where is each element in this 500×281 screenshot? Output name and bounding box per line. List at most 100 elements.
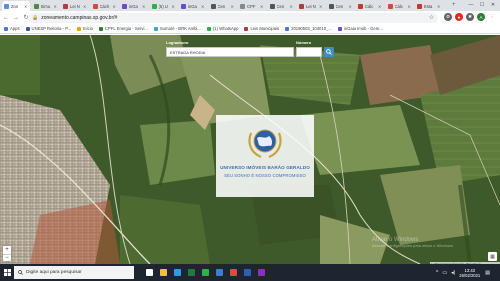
bookmark-item[interactable]: (1) WhatsApp — [206, 26, 238, 31]
bookmark-favicon-icon — [76, 26, 81, 31]
minimize-button[interactable]: — — [466, 0, 476, 10]
url-text: zoneamento.campinas.sp.gov.br/# — [41, 14, 118, 21]
word-icon[interactable] — [240, 264, 254, 281]
network-icon[interactable]: ▭ — [442, 270, 447, 276]
close-window-button[interactable]: ✕ — [488, 0, 498, 10]
extension-icon[interactable]: ⚙ — [444, 13, 452, 21]
browser-tab[interactable]: inGa ✕ — [120, 1, 148, 11]
chevron-up-icon[interactable]: ^ — [436, 270, 438, 276]
maximize-button[interactable]: ☐ — [477, 0, 487, 10]
tab-close-icon[interactable]: ✕ — [408, 4, 411, 9]
photos-icon[interactable] — [212, 264, 226, 281]
tab-favicon-icon — [387, 3, 393, 9]
taskbar-search-box[interactable]: Digite aqui para pesquisar — [14, 266, 134, 279]
browser-tab[interactable]: (5) U ✕ — [150, 1, 178, 11]
back-button[interactable]: ← — [2, 14, 10, 22]
clock-date: 26/02/2021 — [459, 272, 481, 278]
layers-icon[interactable]: ▦ — [488, 252, 497, 261]
bookmark-item[interactable]: UNESP Reitoria - P... — [25, 26, 71, 31]
forward-button[interactable]: → — [12, 14, 20, 22]
excel-icon[interactable] — [184, 264, 198, 281]
bookmark-item[interactable]: Apps — [4, 26, 20, 31]
bookmark-label: CPFL Energia - Servi... — [104, 26, 148, 31]
tab-label: Simu — [40, 3, 51, 9]
tab-favicon-icon — [92, 3, 98, 9]
tab-label: Lei N — [306, 3, 316, 9]
bookmark-label: inGaia Imob - Gere... — [343, 26, 383, 31]
whatsapp-icon[interactable] — [198, 264, 212, 281]
tab-favicon-icon — [122, 3, 127, 9]
browser-tab[interactable]: Cálc ✕ — [386, 1, 414, 11]
tab-close-icon[interactable]: ✕ — [113, 4, 116, 9]
tab-close-icon[interactable]: ✕ — [54, 4, 57, 9]
edge-icon[interactable] — [170, 264, 184, 281]
bookmark-favicon-icon — [25, 26, 30, 31]
search-icon — [326, 49, 332, 55]
tab-close-icon[interactable]: ✕ — [290, 4, 293, 9]
tab-favicon-icon — [151, 3, 157, 9]
browser-tab[interactable]: Cách ✕ — [91, 1, 119, 11]
browser-tab[interactable]: Cen ✕ — [327, 1, 355, 11]
tab-close-icon[interactable]: ✕ — [378, 4, 381, 9]
volume-icon[interactable]: ◂) — [451, 270, 455, 276]
bookmark-label: Início — [82, 26, 93, 31]
tab-close-icon[interactable]: ✕ — [83, 4, 86, 9]
browser-tab[interactable]: CPF ✕ — [238, 1, 266, 11]
windows-start-button[interactable] — [0, 264, 14, 281]
onenote-icon[interactable] — [254, 264, 268, 281]
browser-tab[interactable]: Cen ✕ — [268, 1, 296, 11]
tab-close-icon[interactable]: ✕ — [437, 4, 440, 9]
bookmark-star-icon[interactable]: ☆ — [429, 14, 434, 21]
search-icon — [18, 270, 23, 275]
extensions-puzzle-icon[interactable]: ✱ — [466, 13, 474, 21]
street-label: Logradouro — [166, 40, 189, 45]
bookmark-favicon-icon — [244, 26, 249, 31]
tab-close-icon[interactable]: ✕ — [319, 4, 322, 9]
file-explorer-icon[interactable] — [156, 264, 170, 281]
bookmark-item[interactable]: CPFL Energia - Servi... — [98, 26, 148, 31]
profile-avatar[interactable]: A — [477, 13, 485, 21]
browser-tab[interactable]: Esta ✕ — [415, 1, 443, 11]
task-view-icon[interactable] — [142, 264, 156, 281]
bookmark-item[interactable]: inGaia Imob - Gere... — [337, 26, 383, 31]
tab-label: Cách — [99, 3, 110, 9]
bookmarks-bar: Apps UNESP Reitoria - P... Início CPFL Ener… — [0, 24, 500, 34]
browser-tab[interactable]: Lei N ✕ — [297, 1, 325, 11]
tab-close-icon[interactable]: ✕ — [201, 4, 204, 9]
search-button[interactable] — [324, 47, 334, 57]
company-slogan: SEU SONHO É NOSSO COMPROMISSO — [224, 173, 306, 178]
tab-close-icon[interactable]: ✕ — [260, 4, 263, 9]
chrome-icon[interactable] — [226, 264, 240, 281]
browser-tab[interactable]: Cen ✕ — [209, 1, 237, 11]
browser-tab[interactable]: inGa ✕ — [179, 1, 207, 11]
tab-close-icon[interactable]: ✕ — [349, 4, 352, 9]
tab-favicon-icon — [299, 3, 304, 9]
bookmark-label: 20190503_104010_... — [291, 26, 332, 31]
bookmark-item[interactable]: 20190503_104010_... — [285, 26, 332, 31]
tab-favicon-icon — [33, 3, 39, 9]
tab-close-icon[interactable]: ✕ — [142, 4, 145, 9]
browser-tab[interactable]: Simu ✕ — [32, 1, 60, 11]
zoom-in-button[interactable]: + — [3, 246, 11, 254]
extension-red-icon[interactable]: ● — [455, 13, 463, 21]
zoom-out-button[interactable]: − — [3, 253, 11, 262]
browser-tab[interactable]: Cálc ✕ — [356, 1, 384, 11]
browser-tab[interactable]: Zon ✕ — [2, 1, 30, 11]
tab-label: Esta — [424, 3, 433, 9]
bookmark-item[interactable]: Sumaré - BRK Ambi... — [153, 26, 201, 31]
browser-menu-icon[interactable]: ⋮ — [488, 13, 496, 21]
tab-close-icon[interactable]: ✕ — [24, 4, 27, 9]
tab-close-icon[interactable]: ✕ — [172, 4, 175, 9]
street-input[interactable]: ESTRADA RHODIA — [166, 47, 294, 57]
bookmark-item[interactable]: Início — [76, 26, 93, 31]
notifications-icon[interactable]: ▤ — [485, 270, 490, 276]
tab-favicon-icon — [328, 3, 334, 9]
clock[interactable]: 13:43 26/02/2021 — [459, 268, 480, 278]
address-bar[interactable]: 🔒 zoneamento.campinas.sp.gov.br/# ☆ — [28, 12, 438, 23]
browser-tab[interactable]: Lei N ✕ — [61, 1, 89, 11]
new-tab-button[interactable]: + — [452, 2, 456, 8]
bookmark-item[interactable]: Leis Municipais — [244, 26, 279, 31]
tab-close-icon[interactable]: ✕ — [231, 4, 234, 9]
system-tray: ^ ▭ ◂) 13:43 26/02/2021 ▤ — [436, 264, 490, 281]
number-input[interactable] — [296, 47, 322, 57]
